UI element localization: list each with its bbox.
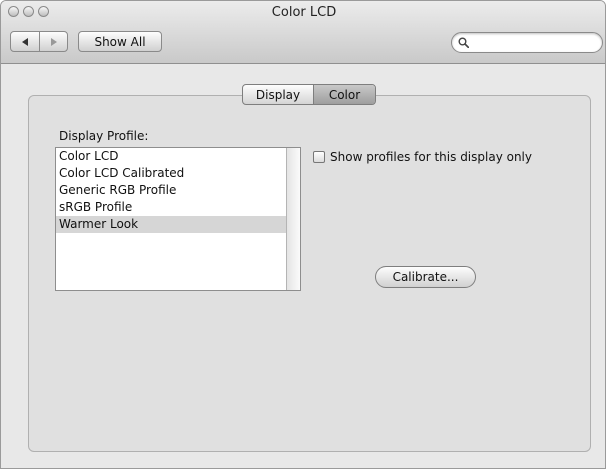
- list-item[interactable]: Color LCD Calibrated: [56, 165, 286, 182]
- tab-color[interactable]: Color: [314, 85, 375, 104]
- profile-list-items: Color LCD Color LCD Calibrated Generic R…: [56, 148, 286, 290]
- profile-list[interactable]: Color LCD Color LCD Calibrated Generic R…: [55, 147, 301, 291]
- show-profiles-checkbox[interactable]: Show profiles for this display only: [313, 150, 532, 164]
- preferences-window: Color LCD Show All Display Color Display…: [0, 0, 606, 469]
- checkbox-box[interactable]: [313, 151, 325, 163]
- list-item[interactable]: sRGB Profile: [56, 199, 286, 216]
- magnifier-icon: [458, 37, 469, 48]
- tab-bar: Display Color: [242, 84, 376, 105]
- list-item[interactable]: Generic RGB Profile: [56, 182, 286, 199]
- list-item-selected[interactable]: Warmer Look: [56, 216, 286, 233]
- tab-display[interactable]: Display: [243, 85, 314, 104]
- show-all-button[interactable]: Show All: [78, 31, 162, 52]
- search-field[interactable]: [451, 32, 603, 53]
- list-item[interactable]: Color LCD: [56, 148, 286, 165]
- arrow-right-icon: [51, 37, 57, 46]
- title-bar: Color LCD Show All: [1, 1, 605, 64]
- calibrate-button[interactable]: Calibrate...: [375, 266, 476, 288]
- show-profiles-label: Show profiles for this display only: [330, 150, 532, 164]
- list-scrollbar[interactable]: [286, 148, 300, 290]
- arrow-left-icon: [22, 37, 28, 46]
- back-button[interactable]: [11, 32, 40, 51]
- window-title: Color LCD: [271, 5, 337, 20]
- search-input[interactable]: [472, 34, 596, 51]
- forward-button[interactable]: [40, 32, 67, 51]
- display-profile-label: Display Profile:: [59, 129, 149, 143]
- back-forward-control: [10, 31, 68, 52]
